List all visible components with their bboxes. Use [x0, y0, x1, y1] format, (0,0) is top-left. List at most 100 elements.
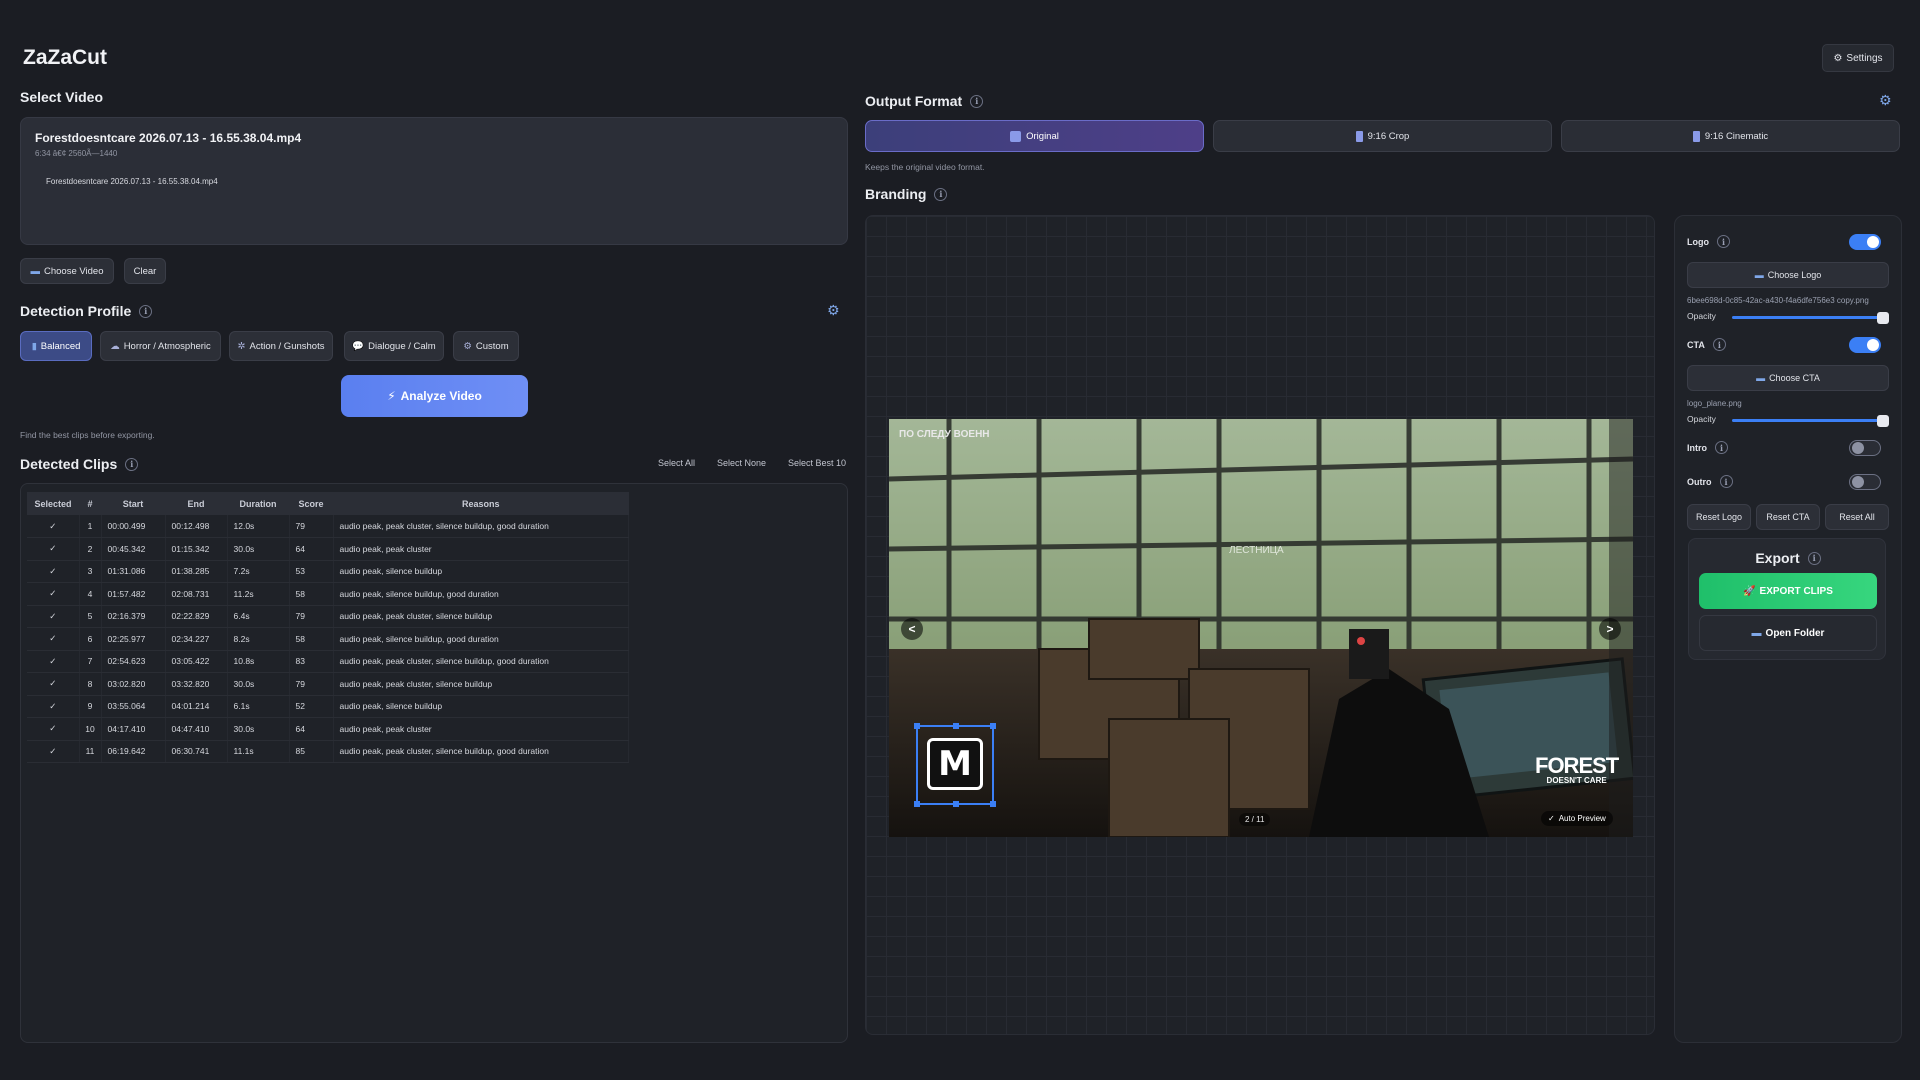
logo-file-name: 6bee698d-0c85-42ac-a430-f4a6dfe756e3 cop… [1687, 296, 1869, 305]
info-icon[interactable]: i [1715, 441, 1728, 454]
column-header-number[interactable]: # [79, 492, 101, 515]
column-header-duration[interactable]: Duration [227, 492, 289, 515]
selected-checkbox[interactable]: ✓ [27, 582, 80, 606]
clip-score: 79 [289, 605, 334, 628]
output-gear-icon[interactable]: ⚙ [1879, 92, 1892, 109]
profile-dialogue[interactable]: 💬 Dialogue / Calm [344, 331, 444, 361]
video-card[interactable]: Forestdoesntcare 2026.07.13 - 16.55.38.0… [20, 117, 848, 245]
table-row[interactable]: ✓ 1 00:00.499 00:12.498 12.0s 79 audio peak, p… [27, 515, 629, 538]
logo-opacity-thumb[interactable] [1877, 312, 1889, 324]
table-row[interactable]: ✓ 6 02:25.977 02:34.227 8.2s 58 audio peak, si… [27, 627, 629, 651]
resize-handle[interactable] [990, 801, 996, 807]
intro-toggle[interactable] [1849, 440, 1881, 456]
reset-all-button[interactable]: Reset All [1825, 504, 1889, 530]
profile-horror[interactable]: ☁ Horror / Atmospheric [100, 331, 221, 361]
clip-score: 79 [289, 515, 334, 538]
clip-score: 52 [289, 695, 334, 718]
choose-cta-button[interactable]: ▬ Choose CTA [1687, 365, 1889, 391]
profile-custom[interactable]: ⚙ Custom [453, 331, 519, 361]
logo-opacity-slider[interactable] [1732, 316, 1882, 319]
column-header-reasons[interactable]: Reasons [333, 492, 629, 515]
cta-file-name: logo_plane.png [1687, 399, 1742, 408]
choose-logo-label: Choose Logo [1767, 270, 1822, 280]
format-916-crop[interactable]: 9:16 Crop [1213, 120, 1552, 152]
column-header-score[interactable]: Score [289, 492, 333, 515]
settings-button[interactable]: ⚙ Settings [1822, 44, 1894, 72]
preview-next-button[interactable]: > [1599, 618, 1621, 640]
format-916-cinematic[interactable]: 9:16 Cinematic [1561, 120, 1900, 152]
analyze-video-button[interactable]: ⚡ Analyze Video [341, 375, 528, 417]
preview-prev-button[interactable]: < [901, 618, 923, 640]
detection-gear-icon[interactable]: ⚙ [827, 302, 840, 319]
select-best-button[interactable]: Select Best 10 [788, 458, 846, 468]
choose-logo-button[interactable]: ▬ Choose Logo [1687, 262, 1889, 288]
table-row[interactable]: ✓ 2 00:45.342 01:15.342 30.0s 64 audio peak, p… [27, 537, 629, 561]
reset-cta-button[interactable]: Reset CTA [1756, 504, 1820, 530]
open-folder-button[interactable]: ▬ Open Folder [1699, 615, 1877, 651]
selected-checkbox[interactable]: ✓ [27, 537, 80, 561]
export-clips-button[interactable]: 🚀 EXPORT CLIPS [1699, 573, 1877, 609]
selected-checkbox[interactable]: ✓ [27, 740, 80, 763]
column-header-selected[interactable]: Selected [27, 492, 79, 515]
cta-opacity-slider[interactable] [1732, 419, 1882, 422]
info-icon[interactable]: i [1807, 551, 1821, 565]
logo-toggle[interactable] [1849, 234, 1881, 250]
info-icon[interactable]: i [125, 457, 139, 471]
outro-toggle[interactable] [1849, 474, 1881, 490]
reset-logo-button[interactable]: Reset Logo [1687, 504, 1751, 530]
table-row[interactable]: ✓ 10 04:17.410 04:47.410 30.0s 64 audio peak, … [27, 717, 629, 741]
clip-number: 11 [79, 740, 102, 763]
selected-checkbox[interactable]: ✓ [27, 605, 80, 628]
selected-checkbox[interactable]: ✓ [27, 717, 80, 741]
detection-profile-title: Detection Profile [20, 303, 132, 319]
clip-reasons: audio peak, silence buildup, good durati… [333, 627, 629, 651]
clip-start: 02:25.977 [101, 627, 166, 651]
cta-overlay[interactable]: FOREST DOESN'T CARE [1535, 753, 1619, 785]
profile-label: Horror / Atmospheric [123, 340, 211, 352]
info-icon[interactable]: i [1719, 475, 1733, 488]
table-row[interactable]: ✓ 7 02:54.623 03:05.422 10.8s 83 audio peak, p… [27, 650, 629, 673]
resize-handle[interactable] [914, 723, 920, 729]
choose-video-button[interactable]: ▬ Choose Video [20, 258, 114, 284]
table-row[interactable]: ✓ 9 03:55.064 04:01.214 6.1s 52 audio peak, si… [27, 695, 629, 718]
cta-opacity-thumb[interactable] [1877, 415, 1889, 427]
info-icon[interactable]: i [970, 94, 984, 108]
auto-preview-toggle[interactable]: ✓ Auto Preview [1541, 811, 1613, 826]
resize-handle[interactable] [953, 801, 959, 807]
info-icon[interactable]: i [139, 304, 153, 318]
video-file-list-item[interactable]: Forestdoesntcare 2026.07.13 - 16.55.38.0… [46, 177, 218, 186]
cta-toggle[interactable] [1849, 337, 1881, 353]
table-header-row: Selected # Start End Duration Score Reas… [27, 492, 629, 515]
selected-checkbox[interactable]: ✓ [27, 650, 80, 673]
selected-checkbox[interactable]: ✓ [27, 695, 80, 718]
table-row[interactable]: ✓ 4 01:57.482 02:08.731 11.2s 58 audio peak, s… [27, 582, 629, 606]
selected-checkbox[interactable]: ✓ [27, 560, 80, 583]
logo-selection-box[interactable]: M [914, 723, 996, 807]
resize-handle[interactable] [953, 723, 959, 729]
info-icon[interactable]: i [1717, 235, 1730, 248]
info-icon[interactable]: i [1712, 338, 1726, 351]
selected-checkbox[interactable]: ✓ [27, 627, 80, 651]
select-none-button[interactable]: Select None [717, 458, 766, 468]
table-row[interactable]: ✓ 11 06:19.642 06:30.741 11.1s 85 audio peak, … [27, 740, 629, 763]
column-header-start[interactable]: Start [101, 492, 165, 515]
info-icon[interactable]: i [934, 187, 948, 201]
resize-handle[interactable] [990, 723, 996, 729]
profile-label: Action / Gunshots [249, 340, 325, 352]
portrait-icon [1692, 130, 1700, 142]
selected-checkbox[interactable]: ✓ [27, 672, 80, 696]
format-original[interactable]: Original [865, 120, 1204, 152]
select-all-button[interactable]: Select All [658, 458, 695, 468]
profile-balanced[interactable]: ▮ Balanced [20, 331, 92, 361]
selected-checkbox[interactable]: ✓ [27, 515, 80, 538]
resize-handle[interactable] [914, 801, 920, 807]
format-label: Original [1026, 130, 1059, 142]
table-row[interactable]: ✓ 3 01:31.086 01:38.285 7.2s 53 audio peak, si… [27, 560, 629, 583]
profile-action[interactable]: ✲ Action / Gunshots [229, 331, 333, 361]
table-row[interactable]: ✓ 8 03:02.820 03:32.820 30.0s 79 audio peak, p… [27, 672, 629, 696]
video-preview[interactable]: ПО СЛЕДУ ВОЕНН ЛЕСТНИЦА < > M FOREST DOE… [889, 419, 1633, 837]
clear-button[interactable]: Clear [124, 258, 166, 284]
column-header-end[interactable]: End [165, 492, 227, 515]
clip-reasons: audio peak, peak cluster, silence buildu… [333, 515, 629, 538]
table-row[interactable]: ✓ 5 02:16.379 02:22.829 6.4s 79 audio peak, pe… [27, 605, 629, 628]
